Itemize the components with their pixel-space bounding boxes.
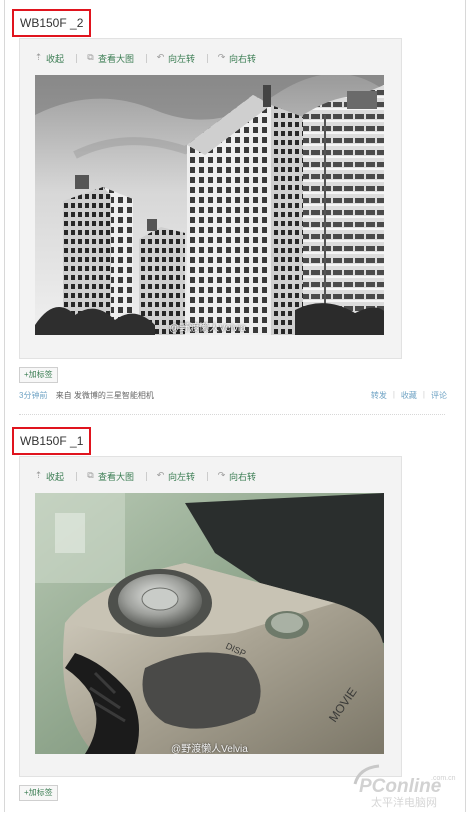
post-actions: 转发 | 收藏 | 评论	[365, 390, 447, 401]
camera-image: MOVIE DISP	[35, 493, 384, 754]
view-large-button[interactable]: ⧉ 查看大图	[86, 470, 134, 483]
rotate-left-icon: ↶	[156, 53, 165, 63]
svg-text:太平洋电脑网: 太平洋电脑网	[371, 795, 437, 809]
separator: |	[422, 390, 425, 399]
collapse-button[interactable]: ⇡ 收起	[34, 52, 64, 65]
post-time[interactable]: 3分钟前	[19, 391, 47, 400]
post-divider	[19, 414, 445, 415]
rotate-left-button[interactable]: ↶ 向左转	[156, 52, 195, 65]
forward-link[interactable]: 转发	[371, 390, 387, 401]
collapse-icon: ⇡	[34, 53, 43, 63]
rotate-right-icon: ↷	[217, 53, 226, 63]
pconline-logo-image: PConline .com.cn 太平洋电脑网	[353, 764, 456, 809]
separator	[207, 471, 209, 481]
view-large-icon: ⧉	[87, 53, 94, 63]
image-card: ⇡ 收起 ⧉ 查看大图 ↶ 向左转 ↷ 向右转	[19, 456, 402, 777]
post-source: 来自 发微博的三星智能相机	[55, 391, 154, 400]
rotate-left-button[interactable]: ↶ 向左转	[156, 470, 195, 483]
add-tag-button[interactable]: +加标签	[19, 367, 58, 383]
rotate-right-button[interactable]: ↷ 向右转	[217, 52, 256, 65]
separator: |	[392, 390, 395, 399]
buildings-image	[35, 75, 384, 335]
comment-link[interactable]: 评论	[431, 390, 447, 401]
separator	[146, 471, 148, 481]
image-toolbar: ⇡ 收起 ⧉ 查看大图 ↶ 向左转 ↷ 向右转	[34, 469, 268, 483]
photo-camera[interactable]: MOVIE DISP @野渡懒人Velvia	[35, 493, 384, 754]
pconline-logo: PConline .com.cn 太平洋电脑网	[349, 762, 457, 810]
image-card: ⇡ 收起 ⧉ 查看大图 ↶ 向左转 ↷ 向右转	[19, 38, 402, 359]
post-title: WB150F _2	[12, 9, 92, 37]
photo-watermark: @野渡懒人Velvia	[169, 323, 246, 334]
image-toolbar: ⇡ 收起 ⧉ 查看大图 ↶ 向左转 ↷ 向右转	[34, 51, 268, 65]
rotate-left-icon: ↶	[156, 471, 165, 481]
photo-watermark: @野渡懒人Velvia	[171, 744, 248, 754]
photo-buildings[interactable]: @野渡懒人Velvia	[35, 75, 384, 335]
svg-text:.com.cn: .com.cn	[431, 775, 456, 782]
post-meta: 3分钟前 来自 发微博的三星智能相机 转发 | 收藏 | 评论	[19, 390, 447, 404]
separator	[146, 53, 148, 63]
view-large-icon: ⧉	[87, 471, 94, 481]
rotate-right-icon: ↷	[217, 471, 226, 481]
collapse-icon: ⇡	[34, 471, 43, 481]
favorite-link[interactable]: 收藏	[401, 390, 417, 401]
separator	[207, 53, 209, 63]
post-title: WB150F _1	[12, 427, 92, 455]
separator	[76, 471, 78, 481]
collapse-button[interactable]: ⇡ 收起	[34, 470, 64, 483]
svg-text:PConline: PConline	[359, 776, 442, 797]
separator	[76, 53, 78, 63]
view-large-button[interactable]: ⧉ 查看大图	[86, 52, 134, 65]
add-tag-button[interactable]: +加标签	[19, 785, 58, 801]
rotate-right-button[interactable]: ↷ 向右转	[217, 470, 256, 483]
